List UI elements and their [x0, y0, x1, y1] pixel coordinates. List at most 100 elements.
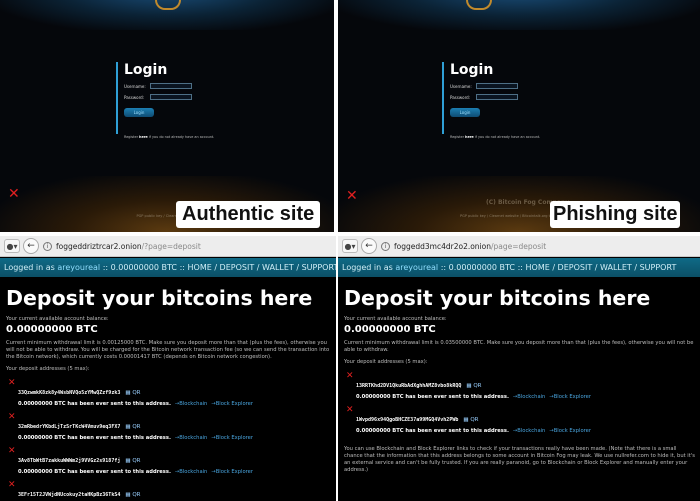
address-bar[interactable]: foggedd3mc4dr2o2.onion/page=deposit — [394, 242, 546, 251]
page-title: Deposit your bitcoins here — [6, 286, 313, 310]
block-explorer-link[interactable]: →Block Explorer — [211, 435, 253, 441]
form-accent-line — [442, 62, 444, 134]
qr-link[interactable]: ▦ QR — [125, 458, 140, 464]
qr-label: QR — [470, 417, 479, 423]
qr-label: QR — [132, 390, 141, 396]
block-explorer-link[interactable]: →Block Explorer — [211, 401, 253, 407]
balance-value: 0.00000000 BTC — [344, 324, 436, 335]
block-explorer-link[interactable]: →Block Explorer — [549, 394, 591, 400]
qr-link[interactable]: ▦ QR — [463, 417, 478, 423]
info-icon[interactable]: i — [43, 241, 52, 251]
info-icon[interactable]: i — [381, 241, 390, 251]
register-line: Register here if you do not already have… — [450, 135, 540, 139]
list-item: ✕ 1Wvpd96x94QgoBHCZE37a99MGQ4Vvh2PWb ▦ QR… — [344, 405, 696, 434]
register-line: Register here if you do not already have… — [124, 135, 214, 139]
blockchain-link[interactable]: →Blockchain — [175, 469, 207, 475]
sent-text: 0.00000000 BTC has been ever sent to thi… — [18, 469, 171, 475]
x-mark-icon: ✕ — [346, 188, 358, 204]
withdrawal-notice: Current minimum withdrawal limit is 0.03… — [344, 340, 694, 353]
blockchain-link[interactable]: →Blockchain — [513, 428, 545, 434]
authentic-login-screenshot: Login Username: Password: Login Register… — [0, 0, 334, 232]
qr-label: QR — [132, 424, 141, 430]
url-path: /?page=deposit — [141, 241, 201, 251]
list-item: ✕ 13RRTKhd2DV1QkuRbAdXghhAMZ8vbo8kRQQ ▦ Q… — [344, 371, 696, 400]
deposit-address: 33QzwmkK8zk8y4WsbNVQo5zYMwQZzf9zk3 — [18, 390, 121, 396]
deposit-content: Deposit your bitcoins here Your current … — [6, 286, 332, 500]
balance-label: Your current available account balance: — [344, 316, 447, 322]
login-title: Login — [124, 62, 168, 78]
sent-text: 0.00000000 BTC has been ever sent to thi… — [356, 394, 509, 400]
address-bar[interactable]: foggeddriztrcar2.onion/?page=deposit — [56, 242, 201, 251]
verification-info: You can use Blockchain and Block Explore… — [344, 446, 695, 473]
login-background: Login Username: Password: Login Register… — [338, 0, 700, 232]
list-item: ✕ 33QzwmkK8zk8y4WsbNVQo5zYMwQZzf9zk3 ▦ QR… — [6, 378, 332, 407]
username-link[interactable]: areyoureal — [57, 263, 100, 272]
x-mark-icon: ✕ — [8, 186, 20, 202]
withdrawal-notice: Current minimum withdrawal limit is 0.00… — [6, 340, 330, 360]
login-form: Login Username: Password: Login Register… — [116, 62, 214, 139]
qr-link[interactable]: ▦ QR — [125, 390, 140, 396]
blockchain-link[interactable]: →Blockchain — [513, 394, 545, 400]
block-explorer-link[interactable]: →Block Explorer — [211, 469, 253, 475]
qr-link[interactable]: ▦ QR — [125, 492, 140, 498]
site-nav-bar: Logged in as areyoureal :: 0.00000000 BT… — [0, 258, 336, 277]
deposit-address: 1Wvpd96x94QgoBHCZE37a99MGQ4Vvh2PWb — [356, 417, 459, 423]
x-mark-icon: ✕ — [8, 446, 16, 456]
username-row: Username: — [124, 83, 214, 89]
qr-link[interactable]: ▦ QR — [125, 424, 140, 430]
blockchain-link[interactable]: →Blockchain — [175, 401, 207, 407]
authentic-site-label: Authentic site — [176, 201, 321, 228]
register-link[interactable]: here — [465, 135, 474, 139]
deposit-address: 13RRTKhd2DV1QkuRbAdXghhAMZ8vbo8kRQQ — [356, 383, 462, 389]
url-path: /page=deposit — [491, 241, 547, 251]
logged-in-label: Logged in as — [4, 263, 58, 272]
register-text-end: if you do not already have an account. — [473, 135, 541, 139]
balance-label: Your current available account balance: — [6, 316, 109, 322]
browser-toolbar: ●▾ ← i foggedd3mc4dr2o2.onion/page=depos… — [338, 236, 700, 257]
sent-info: 0.00000000 BTC has been ever sent to thi… — [18, 435, 332, 441]
login-button[interactable]: Login — [124, 108, 154, 117]
login-title: Login — [450, 62, 494, 78]
register-text: Register — [124, 135, 140, 139]
password-input[interactable] — [150, 94, 192, 100]
username-link[interactable]: areyoureal — [395, 263, 438, 272]
url-host: foggedd3mc4dr2o2.onion — [394, 241, 491, 251]
register-text: Register — [450, 135, 466, 139]
sent-info: 0.00000000 BTC has been ever sent to thi… — [356, 394, 696, 400]
x-mark-icon: ✕ — [346, 371, 354, 381]
logged-in-label: Logged in as — [342, 263, 396, 272]
address-list: ✕ 33QzwmkK8zk8y4WsbNVQo5zYMwQZzf9zk3 ▦ QR… — [6, 378, 332, 500]
x-mark-icon: ✕ — [346, 405, 354, 415]
password-input[interactable] — [476, 94, 518, 100]
nav-links[interactable]: :: HOME / DEPOSIT / WALLET / SUPPORT — [515, 263, 677, 272]
password-label: Password: — [124, 94, 145, 100]
register-text-end: if you do not already have an account. — [147, 135, 215, 139]
sent-text: 0.00000000 BTC has been ever sent to thi… — [356, 428, 509, 434]
sent-text: 0.00000000 BTC has been ever sent to thi… — [18, 435, 171, 441]
x-mark-icon: ✕ — [8, 480, 16, 490]
password-row: Password: — [450, 94, 540, 100]
login-background: Login Username: Password: Login Register… — [0, 0, 334, 232]
back-arrow-icon[interactable]: ← — [361, 238, 377, 254]
qr-link[interactable]: ▦ QR — [466, 383, 481, 389]
nav-links[interactable]: :: HOME / DEPOSIT / WALLET / SUPPORT — [177, 263, 336, 272]
address-list: ✕ 13RRTKhd2DV1QkuRbAdXghhAMZ8vbo8kRQQ ▦ Q… — [344, 371, 696, 434]
block-explorer-link[interactable]: →Block Explorer — [549, 428, 591, 434]
login-button[interactable]: Login — [450, 108, 480, 117]
back-arrow-icon[interactable]: ← — [23, 238, 39, 254]
x-mark-icon: ✕ — [8, 412, 16, 422]
blockchain-link[interactable]: →Blockchain — [175, 435, 207, 441]
register-link[interactable]: here — [139, 135, 148, 139]
site-nav-bar: Logged in as areyoureal :: 0.00000000 BT… — [338, 258, 700, 277]
username-label: Username: — [124, 83, 146, 89]
tor-onion-icon[interactable]: ●▾ — [342, 239, 358, 253]
tor-onion-icon[interactable]: ●▾ — [4, 239, 20, 253]
username-input[interactable] — [150, 83, 192, 89]
url-host: foggeddriztrcar2.onion — [56, 241, 142, 251]
deposit-address: 3EFr15T2JVWjdNUcokuy2taHKpBz36TkS4 — [18, 492, 121, 498]
nav-balance: :: 0.00000000 BTC — [438, 263, 516, 272]
balance-value: 0.00000000 BTC — [6, 324, 98, 335]
qr-label: QR — [473, 383, 482, 389]
username-input[interactable] — [476, 83, 518, 89]
deposit-address: 3Av8TbWtB7zakkuWWWm2j9VVGz2s9187fj — [18, 458, 121, 464]
